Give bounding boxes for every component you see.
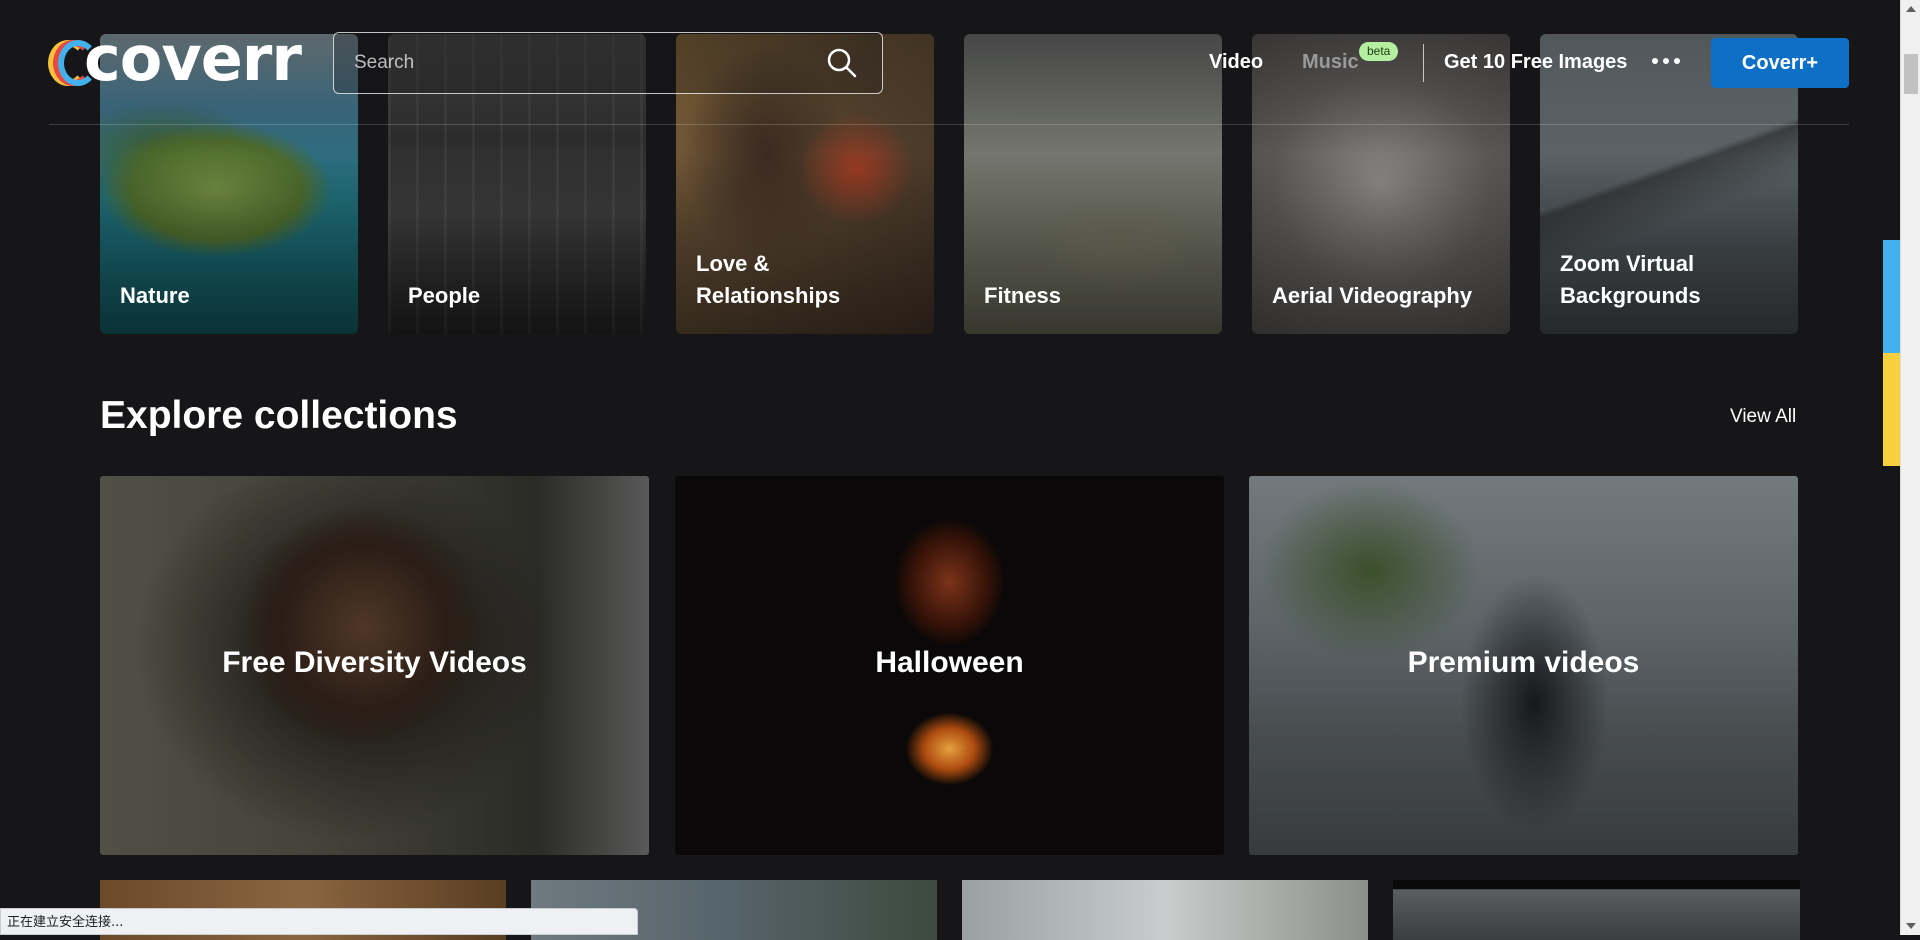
collection-tile[interactable] <box>962 880 1368 940</box>
collection-tile-diversity[interactable]: Free Diversity Videos <box>100 476 649 855</box>
nav-divider <box>1423 44 1424 82</box>
coverr-logo[interactable]: coverr <box>48 28 308 90</box>
coverr-plus-button[interactable]: Coverr+ <box>1711 38 1849 88</box>
nav-video-link[interactable]: Video <box>1209 51 1263 74</box>
category-label: Love & Relationships <box>696 251 841 308</box>
section-title: Explore collections <box>100 394 458 437</box>
scroll-up-arrow-icon[interactable] <box>1906 6 1916 12</box>
scrollbar-thumb[interactable] <box>1904 54 1918 94</box>
collection-tile-halloween[interactable]: Halloween <box>675 476 1224 855</box>
collection-tile[interactable] <box>1393 880 1800 940</box>
scroll-down-arrow-icon[interactable] <box>1906 923 1916 929</box>
collection-label: Premium videos <box>1407 646 1640 679</box>
category-label: Fitness <box>984 283 1062 308</box>
view-all-link[interactable]: View All <box>1730 406 1796 428</box>
collection-label: Free Diversity Videos <box>222 646 527 679</box>
more-options-icon[interactable] <box>1652 52 1682 70</box>
search-input[interactable] <box>352 33 812 93</box>
nav-free-images-link[interactable]: Get 10 Free Images <box>1444 51 1627 74</box>
site-header: coverr Video Music beta Get 10 Free Imag… <box>0 0 1900 126</box>
browser-status-bar: 正在建立安全连接... <box>0 908 638 935</box>
logo-text: coverr <box>84 22 302 95</box>
nav-music-link[interactable]: Music <box>1302 51 1359 74</box>
page-scrollbar[interactable] <box>1900 0 1920 935</box>
category-label: Aerial Videography <box>1272 283 1473 308</box>
category-label: Zoom Virtual Backgrounds <box>1560 251 1701 308</box>
search-box[interactable] <box>333 32 883 94</box>
collection-label: Halloween <box>875 646 1024 679</box>
category-label: Nature <box>120 283 190 308</box>
category-label: People <box>408 283 481 308</box>
music-beta-badge: beta <box>1359 42 1399 61</box>
logo-rings-icon <box>48 40 98 86</box>
header-divider <box>49 124 1849 125</box>
side-accent <box>1883 353 1900 466</box>
side-accent <box>1883 240 1900 353</box>
search-icon[interactable] <box>826 47 858 79</box>
collection-tile-premium[interactable]: Premium videos <box>1249 476 1798 855</box>
